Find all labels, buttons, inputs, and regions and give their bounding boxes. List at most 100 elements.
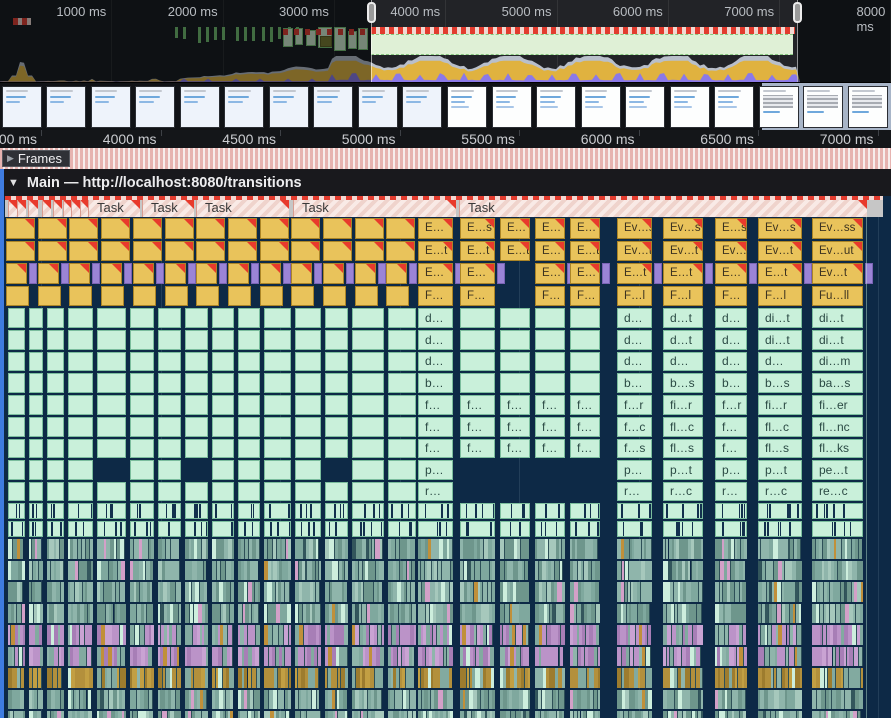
event-bar[interactable] [386, 241, 415, 261]
js-frame-bar[interactable] [535, 330, 565, 350]
task-bar[interactable]: Task [88, 200, 140, 217]
dense-frames-bar[interactable] [238, 711, 260, 718]
style-bar[interactable] [346, 263, 354, 284]
dense-frames-bar[interactable] [663, 561, 703, 581]
js-frame-bar[interactable] [212, 330, 234, 350]
event-bar[interactable] [38, 286, 61, 306]
js-frame-bar[interactable] [130, 308, 154, 328]
dense-frames-bar[interactable] [617, 690, 652, 710]
dense-frames-bar[interactable] [460, 647, 495, 667]
js-frame-bar[interactable] [47, 330, 64, 350]
js-frame-bar[interactable]: f… [570, 417, 600, 437]
event-bar[interactable]: E… [460, 263, 495, 284]
js-frame-bar[interactable] [812, 521, 863, 537]
js-frame-bar[interactable] [130, 395, 154, 415]
event-bar[interactable]: Ev…t [758, 241, 802, 261]
js-frame-bar[interactable] [212, 308, 234, 328]
js-frame-bar[interactable] [97, 352, 126, 371]
js-frame-bar[interactable] [264, 503, 291, 519]
js-frame-bar[interactable] [238, 521, 260, 537]
dense-frames-bar[interactable] [212, 668, 234, 688]
event-bar[interactable]: Ev…t [715, 241, 747, 261]
task-bar[interactable] [71, 200, 80, 217]
js-frame-bar[interactable] [295, 482, 321, 501]
dense-frames-bar[interactable] [535, 539, 565, 559]
dense-frames-bar[interactable] [535, 711, 565, 718]
dense-frames-bar[interactable] [8, 539, 25, 559]
js-frame-bar[interactable] [68, 521, 93, 537]
event-bar[interactable] [133, 241, 162, 261]
js-frame-bar[interactable] [535, 352, 565, 371]
dense-frames-bar[interactable] [238, 647, 260, 667]
dense-frames-bar[interactable] [158, 690, 181, 710]
dense-frames-bar[interactable] [264, 625, 291, 645]
style-bar[interactable] [92, 263, 100, 284]
js-frame-bar[interactable] [8, 460, 25, 480]
event-bar[interactable]: E…t [663, 263, 703, 284]
js-frame-bar[interactable] [352, 503, 384, 519]
dense-frames-bar[interactable] [460, 690, 495, 710]
dense-frames-bar[interactable] [47, 582, 64, 602]
dense-frames-bar[interactable] [68, 604, 93, 624]
dense-frames-bar[interactable] [663, 539, 703, 559]
dense-frames-bar[interactable] [663, 647, 703, 667]
js-frame-bar[interactable] [570, 521, 600, 537]
filmstrip-thumbnail[interactable] [402, 86, 442, 128]
event-bar[interactable] [323, 263, 344, 284]
js-frame-bar[interactable] [97, 482, 126, 501]
dense-frames-bar[interactable] [570, 690, 600, 710]
event-bar[interactable] [165, 263, 186, 284]
collapse-arrow-icon[interactable]: ▼ [8, 177, 19, 189]
js-frame-bar[interactable] [325, 308, 348, 328]
js-frame-bar[interactable] [130, 373, 154, 393]
style-bar[interactable] [219, 263, 227, 284]
js-frame-bar[interactable] [715, 503, 747, 519]
filmstrip-thumbnail[interactable] [581, 86, 621, 128]
js-frame-bar[interactable] [29, 521, 43, 537]
dense-frames-bar[interactable] [295, 582, 321, 602]
js-frame-bar[interactable] [388, 373, 416, 393]
js-frame-bar[interactable] [325, 330, 348, 350]
dense-frames-bar[interactable] [758, 647, 802, 667]
event-bar[interactable]: E…s [715, 218, 747, 239]
dense-frames-bar[interactable] [812, 582, 863, 602]
js-frame-bar[interactable]: p…t [758, 460, 802, 480]
dense-frames-bar[interactable] [570, 647, 600, 667]
dense-frames-bar[interactable] [29, 647, 43, 667]
js-frame-bar[interactable]: fl…nc [812, 417, 863, 437]
js-frame-bar[interactable] [47, 482, 64, 501]
js-frame-bar[interactable]: d… [418, 330, 453, 350]
dense-frames-bar[interactable] [185, 582, 208, 602]
style-bar[interactable] [61, 263, 69, 284]
event-bar[interactable] [228, 286, 251, 306]
style-bar[interactable] [602, 263, 610, 284]
event-bar[interactable] [196, 286, 219, 306]
dense-frames-bar[interactable] [663, 668, 703, 688]
event-bar[interactable] [38, 263, 59, 284]
dense-frames-bar[interactable] [47, 604, 64, 624]
js-frame-bar[interactable] [500, 352, 530, 371]
js-frame-bar[interactable] [238, 395, 260, 415]
js-frame-bar[interactable]: p… [418, 460, 453, 480]
dense-frames-bar[interactable] [352, 539, 384, 559]
dense-frames-bar[interactable] [68, 561, 93, 581]
filmstrip-thumbnail[interactable] [670, 86, 710, 128]
js-frame-bar[interactable] [295, 373, 321, 393]
js-frame-bar[interactable] [158, 439, 181, 458]
js-frame-bar[interactable] [325, 503, 348, 519]
js-frame-bar[interactable]: ba…s [812, 373, 863, 393]
task-bar[interactable] [53, 200, 62, 217]
dense-frames-bar[interactable] [388, 582, 416, 602]
js-frame-bar[interactable] [295, 439, 321, 458]
js-frame-bar[interactable]: f… [500, 439, 530, 458]
js-frame-bar[interactable]: f… [715, 417, 747, 437]
dense-frames-bar[interactable] [715, 668, 747, 688]
js-frame-bar[interactable] [8, 352, 25, 371]
event-bar[interactable] [291, 286, 314, 306]
js-frame-bar[interactable] [388, 503, 416, 519]
dense-frames-bar[interactable] [130, 561, 154, 581]
dense-frames-bar[interactable] [68, 711, 93, 718]
dense-frames-bar[interactable] [68, 625, 93, 645]
dense-frames-bar[interactable] [758, 690, 802, 710]
dense-frames-bar[interactable] [570, 582, 600, 602]
